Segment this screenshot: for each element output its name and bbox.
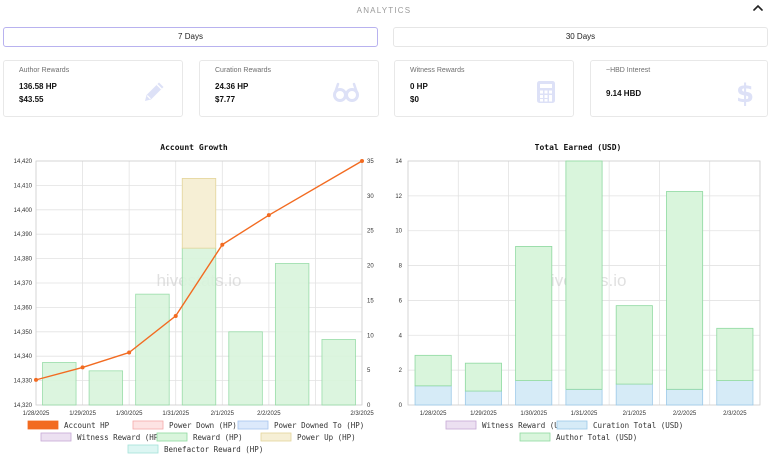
y-tick-label-right: 35 [367,159,374,165]
legend-swatch [237,420,269,430]
x-tick-label: 2/2/2025 [257,411,281,417]
y-tick-label: 14 [395,159,402,165]
legend-label: Author Total (USD) [556,433,637,442]
legend-label: Reward (HP) [193,433,243,442]
reward-hp-bar [42,362,77,406]
x-tick-label: 2/3/2025 [350,411,374,417]
legend-label: Witness Reward (HP) [77,433,163,442]
curation-total-bar [464,390,502,406]
x-tick-label: 1/28/2025 [23,411,50,417]
x-tick-label: 1/30/2025 [116,411,143,417]
y-tick-label-left: 14,390 [14,232,33,238]
author-total-bar [464,362,502,392]
legend-label: Benefactor Reward (HP) [164,445,263,454]
y-tick-label: 6 [399,298,403,304]
reward-hp-bar [321,339,356,406]
y-tick-label-left: 14,410 [14,183,33,189]
author-total-bar [565,160,603,390]
y-tick-label-left: 14,340 [14,354,33,360]
reward-hp-bar [181,247,217,406]
legend-swatch [40,432,72,442]
account-hp-point [220,242,225,247]
curation-total-bar [716,380,754,406]
power-up-hp-bar [181,178,217,249]
legend-label: Power Up (HP) [297,433,356,442]
y-tick-label-left: 14,360 [14,305,33,311]
reward-hp-bar [135,293,170,406]
y-tick-label-left: 14,320 [14,403,33,409]
author-total-bar [666,191,704,390]
curation-total-bar [615,383,653,406]
reward-hp-bar [228,331,263,406]
y-tick-label: 2 [399,368,403,374]
legend-swatch [156,432,188,442]
x-tick-label: 1/31/2025 [571,411,598,417]
y-tick-label-right: 5 [367,368,371,374]
x-tick-label: 1/30/2025 [520,411,547,417]
y-tick-label-right: 30 [367,194,374,200]
legend-swatch [556,420,588,430]
legend-label: Curation Total (USD) [593,421,683,430]
y-tick-label: 12 [395,194,402,200]
y-tick-label: 4 [399,333,403,339]
legend-label: Account HP [64,421,110,430]
x-tick-label: 1/31/2025 [162,411,189,417]
legend-swatch [127,444,159,454]
account-hp-point [360,159,364,163]
x-tick-label: 2/1/2025 [623,411,647,417]
account-hp-point [266,213,271,218]
author-total-bar [716,327,754,382]
y-tick-label-right: 15 [367,298,374,304]
legend-swatch [132,420,164,430]
x-tick-label: 2/2/2025 [673,411,697,417]
account-hp-point [80,365,85,370]
author-total-bar [515,245,553,381]
y-tick-label: 8 [399,264,403,270]
curation-total-bar [565,388,603,406]
y-tick-label-left: 14,400 [14,208,33,214]
legend-swatch [445,420,477,430]
x-tick-label: 1/29/2025 [69,411,96,417]
account-hp-point [127,350,132,355]
x-tick-label: 2/1/2025 [211,411,235,417]
y-tick-label-left: 14,420 [14,159,33,165]
y-tick-label-right: 25 [367,229,374,235]
account-hp-point [173,313,178,318]
curation-total-bar [515,380,553,406]
x-tick-label: 2/3/2025 [723,411,747,417]
y-tick-label-right: 20 [367,264,374,270]
y-tick-label: 0 [399,403,403,409]
y-tick-label-right: 10 [367,333,374,339]
legend-label: Power Down (HP) [169,421,237,430]
reward-hp-bar [274,263,310,406]
y-tick-label-left: 14,370 [14,281,33,287]
legend-swatch [519,432,551,442]
charts-canvas: 14,320 14,330 14,340 14,350 14,360 14,370 14,3… [14,159,761,454]
account-hp-point [34,377,38,382]
y-tick-label-right: 0 [367,403,371,409]
y-tick-label: 10 [395,229,402,235]
curation-total-bar [666,388,704,406]
y-tick-label-left: 14,330 [14,379,33,385]
author-total-bar [615,305,653,385]
reward-hp-bar [88,370,124,406]
legend-swatch [260,432,292,442]
x-tick-label: 1/28/2025 [420,411,447,417]
curation-total-bar [414,385,452,406]
legend-swatch [27,420,59,430]
x-tick-label: 1/29/2025 [470,411,497,417]
author-total-bar [414,354,452,387]
legend-label: Power Downed To (HP) [274,421,364,430]
y-tick-label-left: 14,380 [14,257,33,263]
y-tick-label-left: 14,350 [14,330,33,336]
